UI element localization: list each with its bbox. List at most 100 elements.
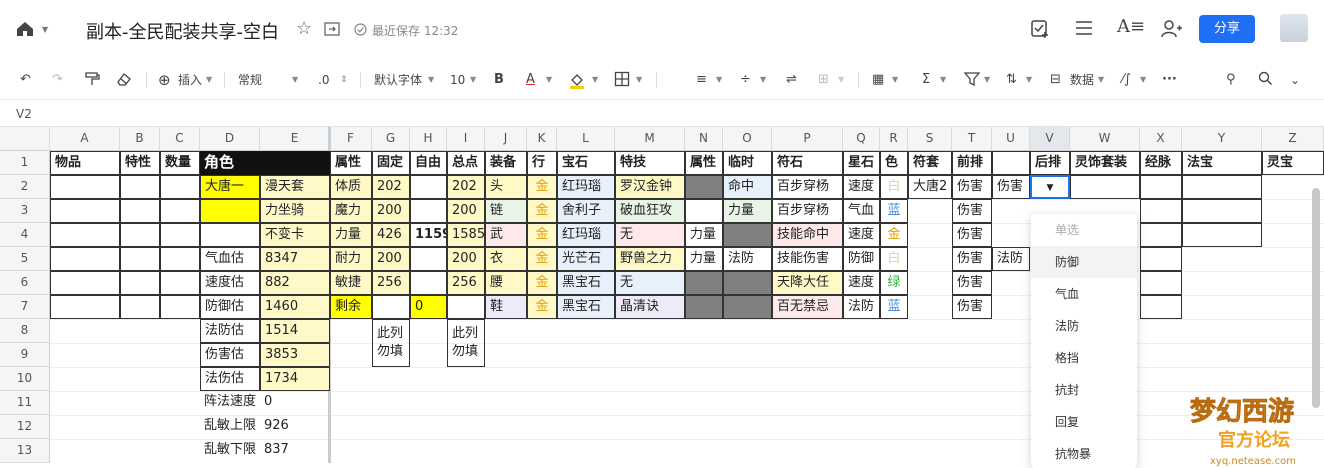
cell-I2[interactable]: 202 <box>447 175 485 199</box>
row-header-6[interactable]: 6 <box>0 271 50 295</box>
cell-G4[interactable]: 426 <box>372 223 410 247</box>
chevron-down-icon[interactable]: ▼ <box>984 71 990 89</box>
cell-C3[interactable] <box>160 199 200 223</box>
cell-B3[interactable] <box>120 199 160 223</box>
cell-J1[interactable]: 装备 <box>485 151 527 175</box>
home-icon[interactable] <box>16 21 34 40</box>
font-size-select[interactable]: 10 <box>450 71 465 89</box>
cell-L7[interactable]: 黑宝石 <box>557 295 615 319</box>
cell-D10[interactable]: 法伤估 <box>200 367 260 391</box>
move-folder-icon[interactable] <box>324 22 340 39</box>
row-header-4[interactable]: 4 <box>0 223 50 247</box>
column-header-Y[interactable]: Y <box>1182 127 1262 151</box>
row-header-12[interactable]: 12 <box>0 415 50 439</box>
cell-G7[interactable] <box>372 295 410 319</box>
cell-I7[interactable] <box>447 295 485 319</box>
cell-R5[interactable]: 白 <box>880 247 908 271</box>
format-painter-icon[interactable] <box>84 71 100 89</box>
cell-N2[interactable] <box>685 175 723 199</box>
cell-E6[interactable]: 882 <box>260 271 330 295</box>
cell-E7[interactable]: 1460 <box>260 295 330 319</box>
chevron-down-icon[interactable]: ▼ <box>892 71 898 89</box>
row-header-2[interactable]: 2 <box>0 175 50 199</box>
column-header-R[interactable]: R <box>880 127 908 151</box>
cell-O5[interactable]: 法防 <box>723 247 772 271</box>
cell-X7[interactable] <box>1140 295 1182 319</box>
cell-F6[interactable]: 敏捷 <box>330 271 372 295</box>
column-header-W[interactable]: W <box>1070 127 1140 151</box>
cell-B1[interactable]: 特性 <box>120 151 160 175</box>
cell-E12[interactable]: 926 <box>260 415 330 439</box>
cell-G8[interactable]: 此列 勿填 <box>372 319 410 367</box>
row-header-3[interactable]: 3 <box>0 199 50 223</box>
chart-tool-icon[interactable]: ⚲ <box>1226 71 1236 89</box>
row-header-10[interactable]: 10 <box>0 367 50 391</box>
column-header-I[interactable]: I <box>447 127 485 151</box>
cell-D9[interactable]: 伤害估 <box>200 343 260 367</box>
cell-T5[interactable]: 伤害 <box>952 247 992 271</box>
name-box[interactable]: V2 <box>16 107 32 121</box>
cell-Y1[interactable]: 法宝 <box>1182 151 1262 175</box>
cell-H4[interactable]: 1159 <box>410 223 447 247</box>
column-header-J[interactable]: J <box>485 127 527 151</box>
column-header-X[interactable]: X <box>1140 127 1182 151</box>
chevron-down-icon[interactable]: ▼ <box>716 71 722 89</box>
column-header-M[interactable]: M <box>615 127 685 151</box>
cell-X2[interactable] <box>1140 175 1182 199</box>
cell-R2[interactable]: 白 <box>880 175 908 199</box>
data-menu[interactable]: 数据 <box>1070 71 1094 89</box>
add-task-icon[interactable] <box>1030 19 1050 42</box>
cell-F5[interactable]: 耐力 <box>330 247 372 271</box>
row-header-9[interactable]: 9 <box>0 343 50 367</box>
row-header-13[interactable]: 13 <box>0 439 50 463</box>
cell-P1[interactable]: 符石 <box>772 151 843 175</box>
cell-H1[interactable]: 自由 <box>410 151 447 175</box>
cell-F2[interactable]: 体质 <box>330 175 372 199</box>
cell-L6[interactable]: 黑宝石 <box>557 271 615 295</box>
cell-U2[interactable]: 伤害 <box>992 175 1030 199</box>
cell-M5[interactable]: 野兽之力 <box>615 247 685 271</box>
cell-P3[interactable]: 百步穿杨 <box>772 199 843 223</box>
cell-I3[interactable]: 200 <box>447 199 485 223</box>
decimal-stepper[interactable]: .0 <box>318 71 329 89</box>
cell-D7[interactable]: 防御估 <box>200 295 260 319</box>
share-button[interactable]: 分享 <box>1199 15 1255 43</box>
fill-color-icon[interactable] <box>568 71 586 89</box>
star-icon[interactable]: ☆ <box>296 20 312 38</box>
vertical-scrollbar[interactable] <box>1312 188 1320 408</box>
chevron-down-icon[interactable]: ▼ <box>838 71 844 89</box>
cell-I8[interactable]: 此列 勿填 <box>447 319 485 367</box>
cell-P7[interactable]: 百无禁忌 <box>772 295 843 319</box>
cell-R6[interactable]: 绿 <box>880 271 908 295</box>
column-header-E[interactable]: E <box>260 127 330 151</box>
avatar[interactable] <box>1280 14 1308 42</box>
column-header-Q[interactable]: Q <box>843 127 880 151</box>
cell-C2[interactable] <box>160 175 200 199</box>
home-dropdown-icon[interactable]: ▼ <box>42 26 48 34</box>
cell-B7[interactable] <box>120 295 160 319</box>
column-header-V[interactable]: V <box>1030 127 1070 151</box>
eraser-icon[interactable] <box>116 71 132 89</box>
cell-F4[interactable]: 力量 <box>330 223 372 247</box>
cell-Q7[interactable]: 法防 <box>843 295 880 319</box>
cell-T3[interactable]: 伤害 <box>952 199 992 223</box>
column-header-D[interactable]: D <box>200 127 260 151</box>
cell-Q6[interactable]: 速度 <box>843 271 880 295</box>
cell-X6[interactable] <box>1140 271 1182 295</box>
cell-L5[interactable]: 光芒石 <box>557 247 615 271</box>
cell-H5[interactable] <box>410 247 447 271</box>
cell-I5[interactable]: 200 <box>447 247 485 271</box>
column-header-O[interactable]: O <box>723 127 772 151</box>
cell-E9[interactable]: 3853 <box>260 343 330 367</box>
cell-D5[interactable]: 气血估 <box>200 247 260 271</box>
redo-icon[interactable]: ↷ <box>52 71 63 89</box>
cell-P5[interactable]: 技能伤害 <box>772 247 843 271</box>
cell-R4[interactable]: 金 <box>880 223 908 247</box>
vertical-align-icon[interactable]: ÷ <box>740 71 751 89</box>
cell-M1[interactable]: 特技 <box>615 151 685 175</box>
column-header-K[interactable]: K <box>527 127 557 151</box>
dropdown-option[interactable]: 抗物暴 <box>1031 438 1137 468</box>
cell-T4[interactable]: 伤害 <box>952 223 992 247</box>
cell-D6[interactable]: 速度估 <box>200 271 260 295</box>
column-header-A[interactable]: A <box>50 127 120 151</box>
